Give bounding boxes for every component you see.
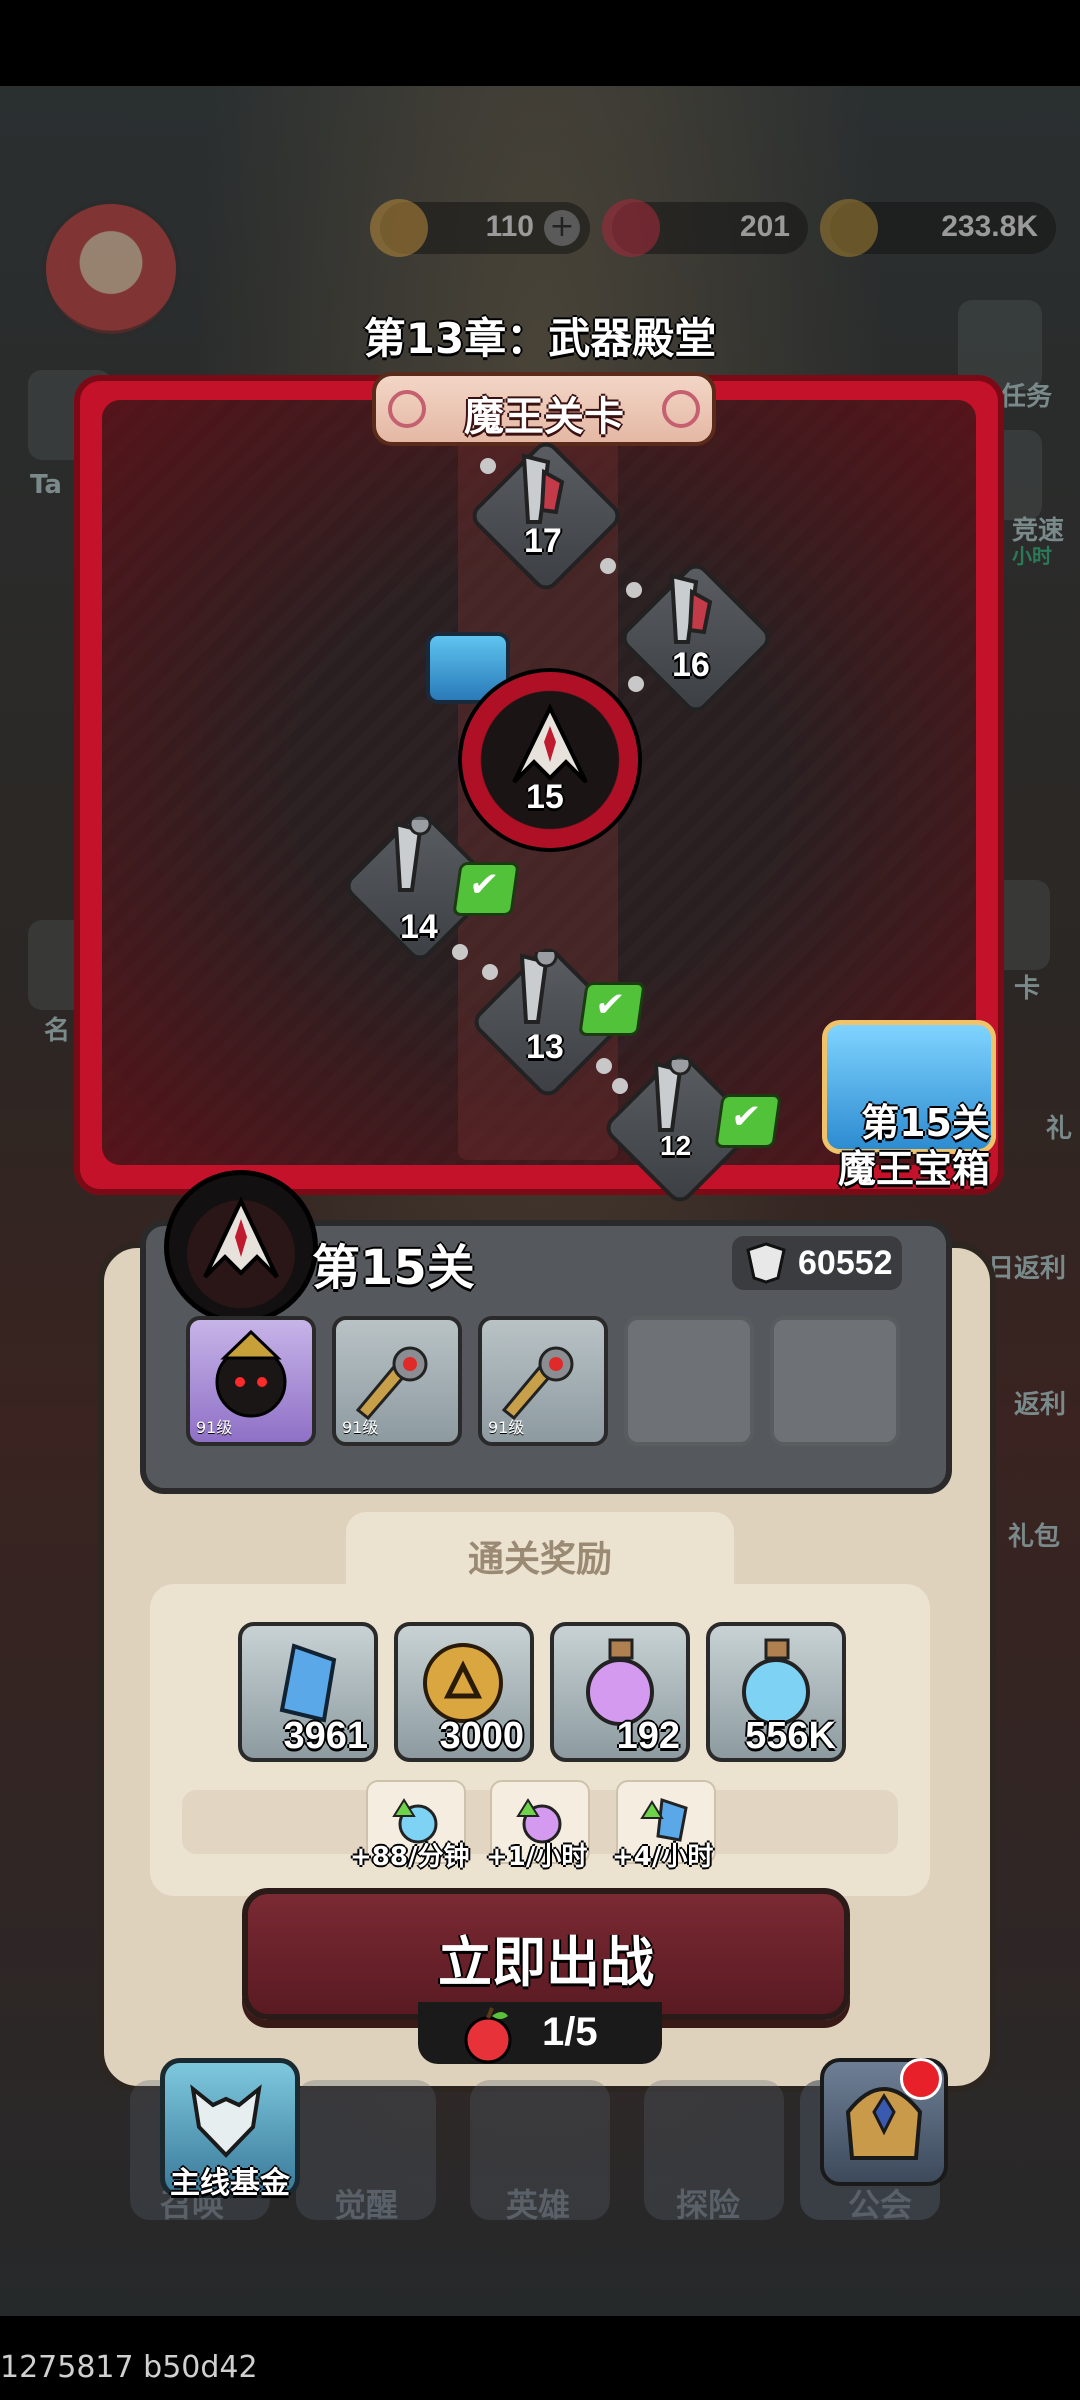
status-bar [0, 0, 1080, 86]
nav-heroes-label: 英雄 [506, 2186, 571, 2224]
side-label-card: 卡 [1014, 974, 1041, 1004]
cleared-check-icon [714, 1094, 782, 1148]
add-gem-button[interactable]: + [544, 210, 580, 246]
enemy-slot-3[interactable]: 91级 [478, 1316, 608, 1446]
stamina-value: 1/5 [542, 2010, 598, 2054]
enemy-slot-1[interactable]: 91级 [186, 1316, 316, 1446]
wolf-icon [190, 2084, 262, 2158]
reward-value: 3961 [283, 1715, 368, 1757]
path-dot [452, 944, 468, 960]
reward-blue-potion[interactable]: 556K [706, 1622, 846, 1762]
coin-counter: 233.8K [820, 199, 1056, 257]
sword-icon [652, 572, 722, 654]
sword-icon [355, 1346, 428, 1420]
enemy-slot-empty [770, 1316, 900, 1446]
path-dot [480, 458, 496, 474]
reward-gold-coin[interactable]: 3000 [394, 1622, 534, 1762]
level-title: 第15关 [312, 1240, 475, 1296]
side-label-daily-rebate: 日返利 [988, 1254, 1067, 1284]
red-gem-counter: 201 [602, 199, 808, 257]
path-dot [596, 1058, 612, 1074]
main-fund-label: 主线基金 [170, 2166, 290, 2201]
side-label-tasks: 任务 [1000, 382, 1053, 412]
power-value: 60552 [798, 1244, 893, 1282]
nav-awaken-label: 觉醒 [334, 2186, 399, 2224]
side-label-race-timer: 小时 [1012, 544, 1052, 568]
path-dot [600, 558, 616, 574]
enemy-level: 91级 [342, 1418, 379, 1437]
reward-blue-crystal[interactable]: 3961 [238, 1622, 378, 1762]
rate-value: +88/分钟 [350, 1842, 470, 1872]
dark-lord-crown-icon [203, 1196, 279, 1279]
stage-number: 16 [672, 646, 710, 684]
reward-value: 192 [616, 1715, 680, 1757]
sword-icon [501, 1346, 574, 1420]
stamina-counter: 1/5 [418, 2002, 662, 2064]
sword-icon [502, 944, 572, 1034]
coin-value: 233.8K [941, 210, 1038, 243]
path-dot [482, 964, 498, 980]
stage-number: 15 [526, 778, 564, 816]
stage-number: 13 [526, 1028, 564, 1066]
enemy-level: 91级 [488, 1418, 525, 1437]
fight-now-label: 立即出战 [438, 1931, 654, 1994]
reward-purple-potion[interactable]: 192 [550, 1622, 690, 1762]
boss-portrait [164, 1170, 318, 1324]
cleared-check-icon [452, 862, 520, 916]
sword-icon [376, 812, 446, 902]
rate-value: +1/小时 [486, 1842, 588, 1872]
red-gem-icon [602, 199, 660, 257]
notification-badge [900, 2058, 942, 2100]
side-label-left-2: 名 [44, 1016, 71, 1046]
gold-gem-counter: 110 + [370, 199, 590, 257]
chapter-title: 第13章：武器殿堂 [363, 314, 717, 363]
combat-power-icon [746, 1242, 786, 1284]
boss-chest-label: 魔王宝箱 [837, 1147, 990, 1191]
gold-gem-value: 110 [485, 210, 534, 243]
boss-stage-banner: 魔王关卡 [372, 372, 716, 446]
side-label-rebate: 返利 [1014, 1390, 1067, 1420]
rewards-tab: 通关奖励 [346, 1512, 734, 1588]
red-gem-value: 201 [739, 210, 790, 243]
enemy-slot-empty [624, 1316, 754, 1446]
gold-gem-icon [370, 199, 428, 257]
path-dot [628, 676, 644, 692]
rate-value: +4/小时 [612, 1842, 714, 1872]
dark-lord-icon [215, 1329, 287, 1418]
cleared-check-icon [578, 982, 646, 1036]
apple-icon [464, 2007, 512, 2064]
rewards-title: 通关奖励 [467, 1539, 612, 1580]
boss-stage-label: 魔王关卡 [464, 394, 624, 440]
nav-explore-label: 探险 [676, 2186, 741, 2224]
build-id: 1275817 b50d42 [0, 2350, 258, 2385]
nav-guild-label: 公会 [848, 2186, 913, 2224]
path-dot [612, 1078, 628, 1094]
stage-number: 14 [400, 908, 438, 946]
reward-value: 556K [745, 1715, 836, 1757]
side-label-gift: 礼 [1046, 1114, 1073, 1144]
enemy-level: 91级 [196, 1418, 233, 1437]
enemy-slot-2[interactable]: 91级 [332, 1316, 462, 1446]
enemy-power: 60552 [732, 1236, 902, 1290]
path-dot [626, 582, 642, 598]
stage-node-15-current[interactable] [462, 672, 638, 848]
coin-icon [820, 199, 878, 257]
stage-number: 17 [524, 522, 562, 560]
side-label-left-1: Ta [30, 470, 62, 500]
fight-now-button[interactable]: 立即出战 [242, 1888, 850, 2020]
side-label-gift-pack: 礼包 [1008, 1522, 1061, 1552]
reward-value: 3000 [439, 1715, 524, 1757]
stage-number: 12 [660, 1130, 692, 1161]
